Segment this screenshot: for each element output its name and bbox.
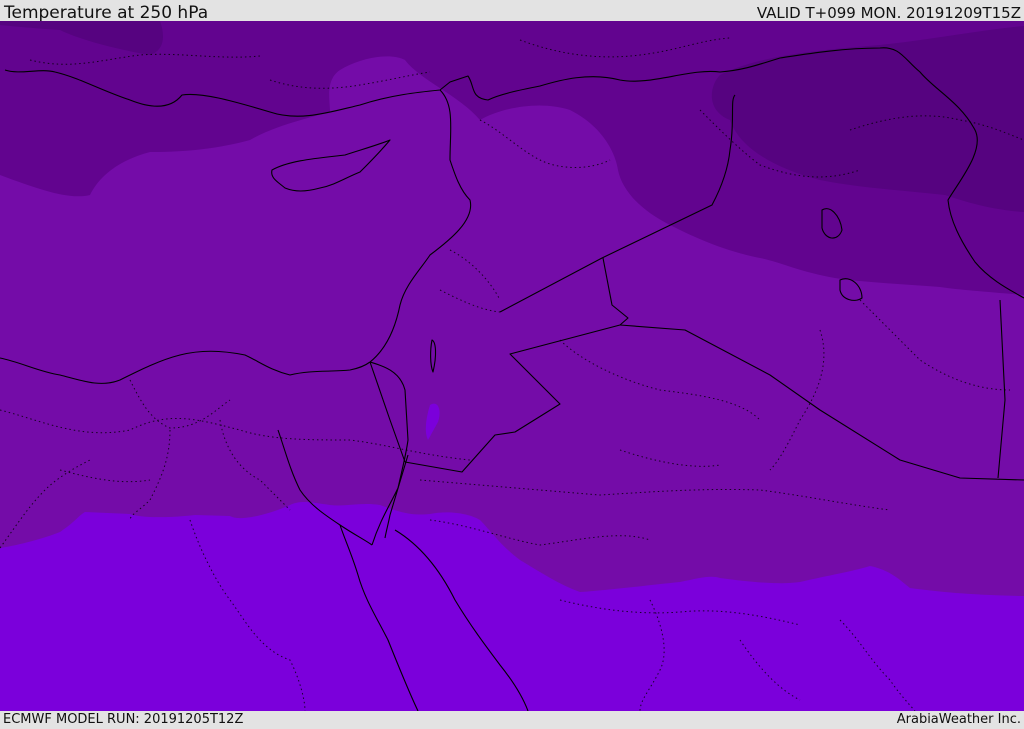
header-bar: Temperature at 250 hPa VALID T+099 MON. …	[0, 0, 1024, 23]
footer-bar: ECMWF MODEL RUN: 20191205T12Z ArabiaWeat…	[0, 711, 1024, 729]
valid-time: VALID T+099 MON. 20191209T15Z	[756, 4, 1021, 22]
credit-text: ArabiaWeather Inc.	[896, 712, 1021, 727]
temperature-map[interactable]	[0, 21, 1024, 711]
map-title: Temperature at 250 hPa	[4, 3, 209, 23]
model-run: ECMWF MODEL RUN: 20191205T12Z	[3, 712, 244, 727]
